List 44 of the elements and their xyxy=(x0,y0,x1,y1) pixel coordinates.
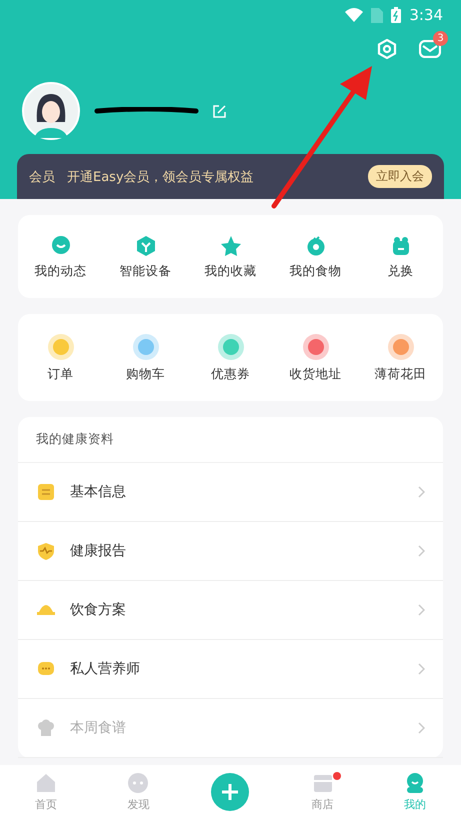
chat-icon xyxy=(50,235,72,257)
dish-icon xyxy=(36,605,56,615)
health-row[interactable]: 基本信息 xyxy=(18,463,443,522)
device-icon xyxy=(134,235,156,257)
avatar[interactable] xyxy=(22,82,80,140)
mail-icon[interactable] xyxy=(419,40,441,58)
chevron-icon xyxy=(418,663,425,675)
service-item[interactable]: 优惠券 xyxy=(188,334,273,383)
add-icon xyxy=(211,773,250,811)
health-row[interactable]: 饮食方案 xyxy=(18,581,443,640)
service-item[interactable]: 收货地址 xyxy=(273,334,358,383)
chef-hat-icon xyxy=(36,718,56,738)
chevron-icon xyxy=(418,722,425,734)
health-row[interactable]: 私人营养师 xyxy=(18,640,443,699)
chevron-icon xyxy=(418,545,425,557)
shortcut-item[interactable]: 智能设备 xyxy=(103,235,188,280)
shortcut-item[interactable]: 我的收藏 xyxy=(188,235,273,280)
star-icon xyxy=(220,235,242,257)
chat-icon xyxy=(127,772,150,794)
health-row[interactable]: 健康报告 xyxy=(18,522,443,581)
chevron-icon xyxy=(418,604,425,616)
service-item[interactable]: 薄荷花田 xyxy=(358,334,443,383)
service-item[interactable]: 购物车 xyxy=(103,334,188,383)
home-icon xyxy=(35,772,58,794)
shop-icon xyxy=(312,772,334,794)
no-sim-icon xyxy=(371,8,384,22)
shield-icon xyxy=(36,541,56,561)
shortcut-item[interactable]: 我的食物 xyxy=(273,235,358,280)
status-time: 3:34 xyxy=(409,6,443,24)
service-item[interactable]: 订单 xyxy=(18,334,103,383)
document-icon xyxy=(36,482,56,502)
chevron-icon xyxy=(418,486,425,498)
join-button[interactable]: 立即入会 xyxy=(368,165,432,188)
membership-text: 开通Easy会员，领会员专属权益 xyxy=(67,168,255,186)
shortcut-item[interactable]: 兑换 xyxy=(358,235,443,280)
section-title: 我的健康资料 xyxy=(18,417,443,463)
settings-icon[interactable] xyxy=(377,39,397,59)
wifi-icon xyxy=(345,8,364,22)
shortcut-item[interactable]: 我的动态 xyxy=(18,235,103,280)
message-count-badge: 3 xyxy=(433,31,448,46)
battery-icon xyxy=(391,7,402,23)
fruit-icon xyxy=(304,235,326,257)
membership-label: 会员 xyxy=(29,168,55,186)
edit-icon[interactable] xyxy=(213,104,226,118)
